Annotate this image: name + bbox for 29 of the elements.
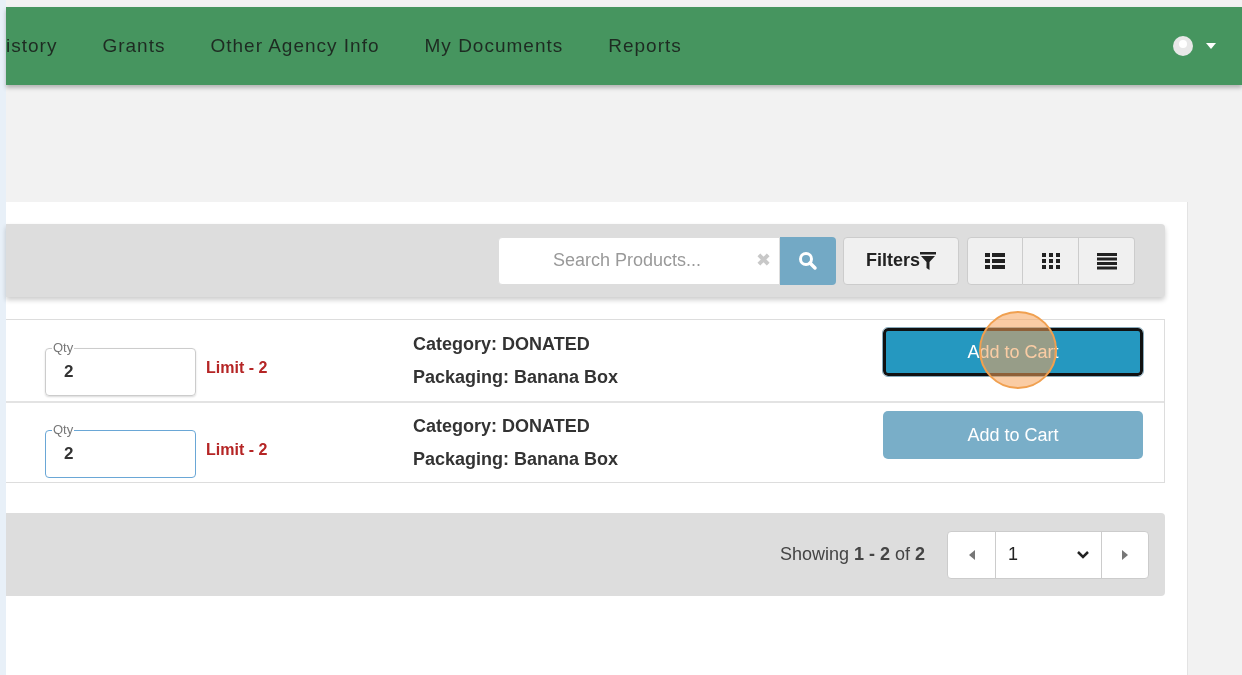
limit-text: Limit - 2 bbox=[206, 357, 269, 378]
right-arrow-icon bbox=[1122, 549, 1128, 560]
limit-text: Limit - 2 bbox=[206, 439, 269, 460]
nav-link[interactable]: istory bbox=[6, 31, 58, 61]
view-toggle-button[interactable] bbox=[967, 236, 1023, 285]
view-toggle-button[interactable] bbox=[1079, 236, 1135, 285]
user-avatar-icon[interactable] bbox=[1172, 35, 1194, 57]
filters-button[interactable]: Filters bbox=[843, 236, 959, 285]
nav-link[interactable]: Other Agency Info bbox=[210, 31, 380, 61]
showing-text: Showing 1 - 2 of 2 bbox=[779, 543, 925, 566]
view-toggle-button[interactable] bbox=[1023, 236, 1079, 285]
list-icon bbox=[985, 251, 1005, 270]
packaging-text: Packaging: Banana Box bbox=[413, 365, 620, 389]
left-arrow-icon bbox=[968, 549, 975, 560]
page-select[interactable]: 1 bbox=[995, 531, 1102, 578]
nav-link[interactable]: Reports bbox=[608, 31, 682, 61]
search-icon bbox=[798, 250, 818, 271]
add-to-cart-button[interactable]: Add to Cart bbox=[883, 411, 1143, 459]
caret-icon[interactable] bbox=[1206, 43, 1216, 49]
category-text: Category: DONATED bbox=[413, 332, 591, 356]
search-button[interactable] bbox=[780, 236, 836, 285]
chevron-down-icon bbox=[1077, 550, 1089, 559]
grid-icon bbox=[1041, 251, 1060, 270]
rows-icon bbox=[1096, 251, 1117, 270]
nav-link[interactable]: My Documents bbox=[424, 31, 564, 61]
category-text: Category: DONATED bbox=[413, 414, 591, 438]
packaging-text: Packaging: Banana Box bbox=[413, 447, 620, 471]
nav-link[interactable]: Grants bbox=[102, 31, 166, 61]
funnel-icon bbox=[920, 251, 936, 270]
